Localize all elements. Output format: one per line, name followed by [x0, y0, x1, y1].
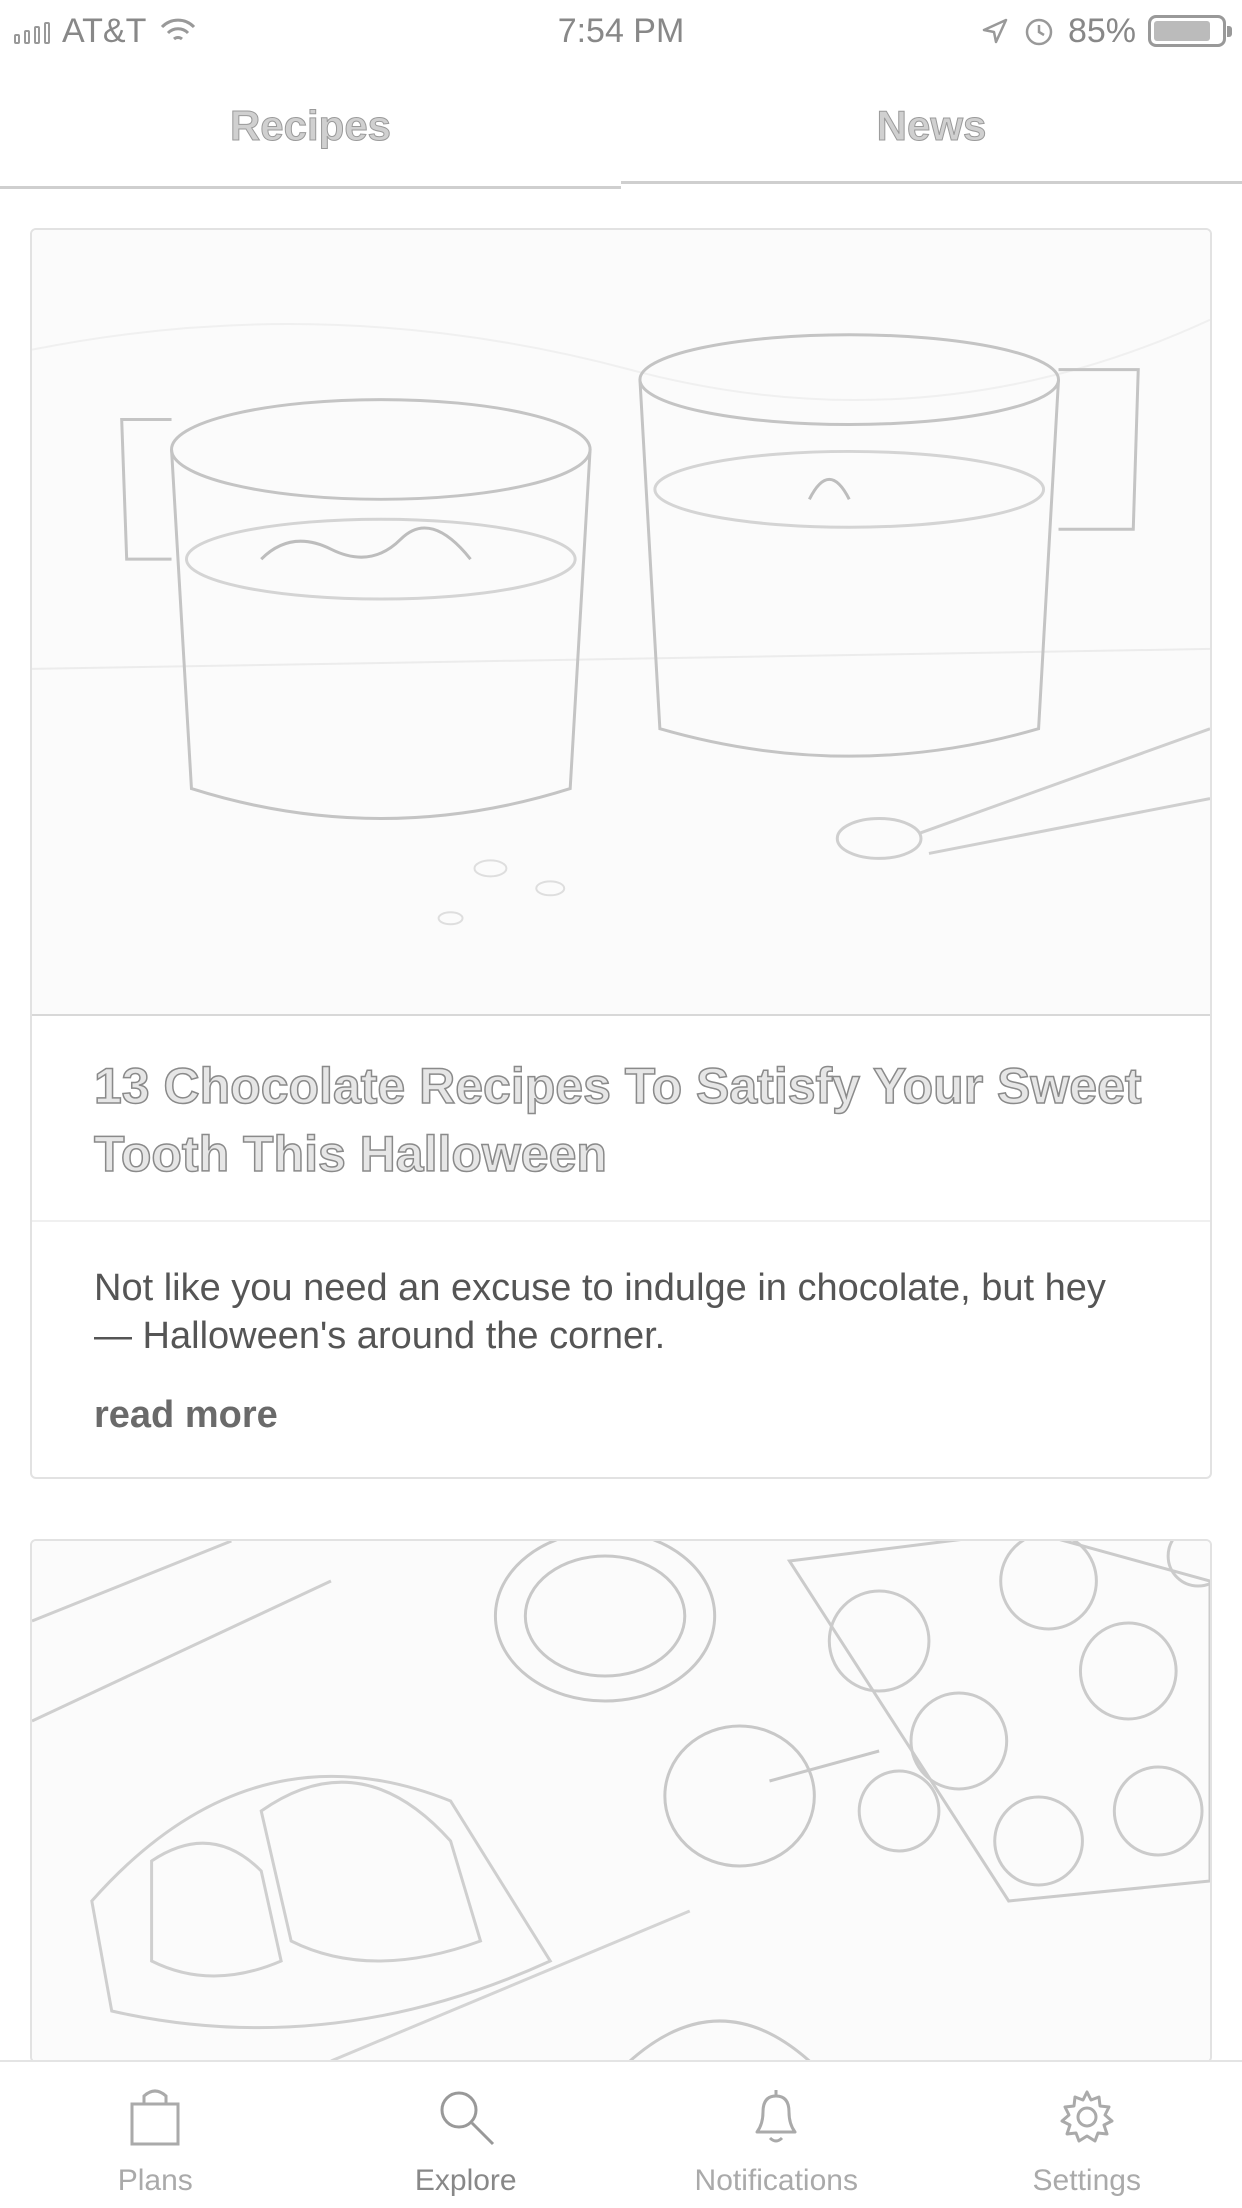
article-title[interactable]: 13 Chocolate Recipes To Satisfy Your Swe…: [32, 1016, 1210, 1222]
status-bar: AT&T 7:54 PM 85%: [0, 0, 1242, 62]
battery-icon: [1148, 15, 1232, 47]
article-description: Not like you need an excuse to indulge i…: [94, 1267, 1106, 1357]
nav-label-notifications: Notifications: [694, 2164, 858, 2197]
article-feed[interactable]: 13 Chocolate Recipes To Satisfy Your Swe…: [30, 228, 1212, 2123]
nav-label-settings: Settings: [1032, 2164, 1141, 2197]
read-more-link[interactable]: read more: [32, 1360, 1210, 1477]
segment-tabs: Recipes News: [0, 62, 1242, 190]
location-arrow-icon: [982, 18, 1008, 44]
status-right: 85%: [980, 11, 1232, 51]
battery-percent: 85%: [1067, 11, 1136, 50]
tab-underline-recipes: [0, 186, 621, 189]
carrier-label: AT&T: [62, 11, 147, 50]
nav-label-explore: Explore: [414, 2164, 517, 2197]
nav-settings[interactable]: Settings: [932, 2062, 1242, 2208]
bottom-tab-bar: Plans Explore Notifications Settings: [0, 2060, 1242, 2208]
tab-underline-news: [621, 181, 1242, 184]
nav-explore[interactable]: Explore: [311, 2062, 622, 2208]
article-card[interactable]: [30, 1539, 1212, 2063]
article-card[interactable]: 13 Chocolate Recipes To Satisfy Your Swe…: [30, 228, 1212, 1479]
status-left: AT&T: [14, 12, 198, 51]
nav-notifications[interactable]: Notifications: [621, 2062, 932, 2208]
shopping-bag-icon: [130, 2089, 180, 2146]
battery-fill: [1154, 21, 1210, 41]
article-image-baking[interactable]: [32, 1541, 1210, 2061]
nav-label-plans: Plans: [117, 2164, 193, 2197]
signal-strength-icon: [14, 18, 50, 44]
article-image-chocolate-cups[interactable]: [32, 230, 1210, 1016]
app-screen: AT&T 7:54 PM 85% Recipes News 13 Chocola…: [0, 0, 1242, 2208]
tab-news[interactable]: News: [621, 62, 1242, 190]
wifi-icon: [161, 18, 196, 41]
nav-plans[interactable]: Plans: [0, 2062, 311, 2208]
bell-icon: [755, 2090, 797, 2143]
tab-recipes[interactable]: Recipes: [0, 62, 621, 190]
alarm-clock-icon: [1025, 18, 1053, 46]
gear-icon: [1060, 2090, 1114, 2143]
search-icon: [440, 2091, 494, 2146]
